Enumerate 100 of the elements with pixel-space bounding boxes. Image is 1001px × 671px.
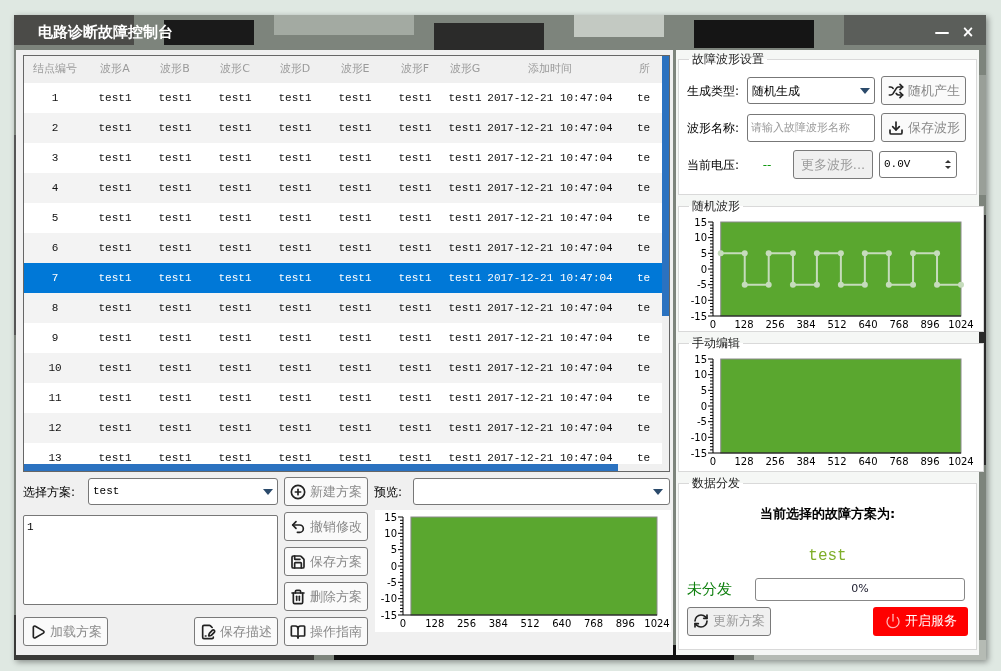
vertical-scrollbar[interactable] (662, 56, 669, 316)
table-cell-text: test1 (337, 210, 373, 226)
table-cell-text: 2017-12-21 10:47:04 (486, 390, 614, 406)
table-cell-text: test1 (277, 360, 313, 376)
column-header[interactable]: 所 (615, 61, 653, 78)
tick-label: 640 (552, 618, 572, 629)
button-icon (290, 623, 306, 640)
tick-label: 256 (456, 618, 477, 629)
field-label: 预览: (374, 483, 404, 501)
table-row[interactable]: 2 test1 test1 test1 test1 test1 test1 test1 2017-12-21 10:47:04 te (24, 113, 662, 143)
column-header[interactable]: 波形B (145, 61, 205, 78)
table-cell-text: test1 (337, 180, 373, 196)
table-cell-text: 2017-12-21 10:47:04 (486, 270, 614, 286)
tick-label: 512 (827, 319, 847, 330)
table-cell-text: 2017-12-21 10:47:04 (486, 240, 614, 256)
table-cell-text: test1 (277, 270, 313, 286)
column-header[interactable]: 波形A (85, 61, 145, 78)
table-cell-text: test1 (97, 240, 133, 256)
table-row[interactable]: 12 test1 test1 test1 test1 test1 test1 test1 2017-12-21 10:47:04 te (24, 413, 662, 443)
table-cell-text: test1 (337, 270, 373, 286)
tick-label: 384 (488, 618, 508, 629)
table-cell-text: te (636, 360, 652, 376)
table-cell-text: test1 (277, 240, 313, 256)
table-cell-text: test1 (277, 330, 313, 346)
minimize-button[interactable]: — (934, 21, 950, 44)
table-cell-text: test1 (157, 90, 193, 106)
column-header[interactable]: 波形D (265, 61, 325, 78)
save-waveform-button[interactable]: 保存波形 (881, 113, 966, 142)
table-cell-text: test1 (97, 150, 133, 166)
table-row[interactable]: 10 test1 test1 test1 test1 test1 test1 test1 2017-12-21 10:47:04 te (24, 353, 662, 383)
table-cell-text: 5 (50, 210, 60, 226)
table-cell-text: 2017-12-21 10:47:04 (486, 330, 614, 346)
voltage-spinbox[interactable]: 0.0V (879, 151, 957, 178)
save-description-button[interactable]: 保存描述 (194, 617, 278, 646)
table-cell-text: test1 (277, 210, 313, 226)
window-title: 电路诊断故障控制台 (38, 22, 173, 44)
horizontal-scrollbar[interactable] (24, 464, 618, 471)
table-row[interactable]: 8 test1 test1 test1 test1 test1 test1 test1 2017-12-21 10:47:04 te (24, 293, 662, 323)
table-cell-text: 2017-12-21 10:47:04 (486, 450, 614, 464)
table-cell-text: 2017-12-21 10:47:04 (486, 150, 614, 166)
column-header[interactable]: 波形F (385, 61, 445, 78)
guide-button[interactable]: 操作指南 (284, 617, 368, 646)
tick-label: 5 (390, 544, 397, 556)
table-cell-text: test1 (397, 120, 433, 136)
update-scheme-button[interactable]: 更新方案 (687, 606, 771, 636)
table-cell-text: test1 (277, 420, 313, 436)
table-row[interactable]: 4 test1 test1 test1 test1 test1 test1 test1 2017-12-21 10:47:04 te (24, 173, 662, 203)
table-cell-text: te (636, 210, 652, 226)
table-cell-text: test1 (157, 360, 193, 376)
description-field[interactable]: 1 (23, 515, 278, 605)
preview-select[interactable] (413, 478, 670, 505)
column-header[interactable]: 波形G (445, 61, 485, 78)
tick-label: 128 (734, 456, 754, 467)
table-cell-text: te (636, 270, 652, 286)
close-button[interactable]: × (960, 21, 976, 44)
table-cell-text: test1 (277, 450, 313, 464)
column-header[interactable]: 波形C (205, 61, 265, 78)
save-scheme-button[interactable]: 保存方案 (284, 547, 368, 576)
table-row[interactable]: 6 test1 test1 test1 test1 test1 test1 test1 2017-12-21 10:47:04 te (24, 233, 662, 263)
column-header[interactable]: 添加时间 (485, 61, 615, 78)
tick-label: 15 (694, 216, 707, 228)
group-title: 随机波形 (691, 198, 741, 215)
table-cell-text: test1 (277, 390, 313, 406)
table-row[interactable]: 7 test1 test1 test1 test1 test1 test1 test1 2017-12-21 10:47:04 te (24, 263, 662, 293)
table-cell-text: test1 (277, 300, 313, 316)
more-waveforms-button[interactable]: 更多波形... (793, 150, 873, 179)
table-cell-text: test1 (397, 390, 433, 406)
table-cell-text: te (636, 90, 652, 106)
tick-label: 384 (796, 456, 816, 467)
table-cell-text: test1 (217, 240, 253, 256)
current-scheme-heading: 当前选择的故障方案为: (759, 505, 896, 523)
field-label: 波形名称: (687, 119, 741, 137)
button-icon (693, 613, 709, 629)
tick-label: 640 (858, 319, 878, 330)
start-service-button[interactable]: 开启服务 (873, 606, 968, 636)
load-scheme-button[interactable]: 加载方案 (23, 617, 108, 646)
table-cell-text: test1 (157, 390, 193, 406)
tick-label: -5 (697, 279, 707, 291)
tick-label: 512 (827, 456, 847, 467)
table-cell-text: test1 (447, 150, 483, 166)
tick-label: 768 (889, 456, 909, 467)
scheme-select[interactable]: test (88, 478, 278, 505)
caret-icon (653, 488, 663, 495)
field-label: 当前电压: (687, 156, 741, 174)
field-label: 生成类型: (687, 82, 741, 100)
random-generate-button[interactable]: 随机产生 (881, 76, 966, 105)
delete-scheme-button[interactable]: 删除方案 (284, 582, 368, 611)
distribution-status: 未分发 (687, 578, 733, 600)
column-header[interactable]: 波形E (325, 61, 385, 78)
new-scheme-button[interactable]: 新建方案 (284, 477, 368, 506)
button-icon (887, 82, 904, 99)
tick-label: 128 (425, 618, 445, 629)
waveform-name-field[interactable]: 请输入故障波形名称 (747, 113, 875, 142)
button-icon (290, 518, 306, 535)
tick-label: 0 (700, 263, 707, 275)
undo-button[interactable]: 撤销修改 (284, 512, 368, 541)
table-cell-text: test1 (217, 270, 253, 286)
column-header[interactable]: 结点编号 (25, 61, 85, 78)
type-select[interactable]: 随机生成 (747, 77, 875, 104)
tick-label: 384 (796, 319, 816, 330)
